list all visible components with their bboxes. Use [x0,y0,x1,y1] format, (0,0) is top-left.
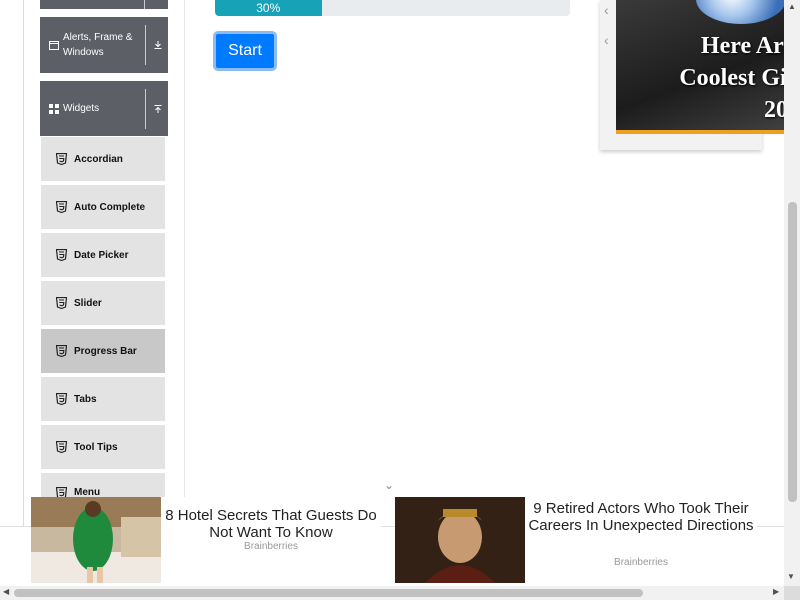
advertisement-banner[interactable]: ‹ ‹ Here Are 2 Coolest Gifts 2023 [600,0,800,150]
sidebar-item-label: Slider [74,297,102,309]
ad-headline: Here Are 2 Coolest Gifts 2023 [679,33,800,123]
sidebar-item-label: Accordian [74,153,123,165]
scrollbar-thumb[interactable] [14,589,643,597]
vertical-scrollbar[interactable]: ▲ ▼ [784,0,800,586]
sidebar-item-slider[interactable]: Slider [41,281,165,327]
collapse-chevron-icon[interactable]: ⌄ [384,478,394,492]
scrollbar-thumb[interactable] [788,202,797,502]
sidebar-group-alerts[interactable]: Alerts, Frame & Windows [40,17,168,73]
sidebar-item-label: Date Picker [74,249,129,261]
ad-image: Here Are 2 Coolest Gifts 2023 [616,0,800,134]
chevron-left-icon[interactable]: ‹ [604,32,609,48]
ad-accent-band [616,130,800,134]
scroll-down-icon[interactable]: ▼ [787,572,795,581]
ad-product-shape [696,0,786,24]
ad-source: Brainberries [614,557,668,568]
html5-icon [55,249,67,261]
progress-value-label: 30% [256,1,281,15]
sidebar-group-label: Alerts, Frame & Windows [63,32,133,58]
html5-icon [55,201,67,213]
html5-icon [55,153,67,165]
sidebar-item-tabs[interactable]: Tabs [41,377,165,423]
sidebar-right-border [184,0,185,526]
page: Alerts, Frame & Windows Widgets Accordia… [0,0,800,600]
sidebar-item-accordian[interactable]: Accordian [41,137,165,183]
horizontal-scrollbar[interactable]: ◀ ▶ [0,586,784,600]
progress-bar: 30% [215,0,570,16]
sidebar-item-label: Tool Tips [74,441,118,453]
scroll-right-icon[interactable]: ▶ [773,587,779,596]
html5-icon [55,297,67,309]
sidebar-group-previous[interactable] [40,0,168,9]
bottom-ad-tile[interactable]: 9 Retired Actors Who Took Their Careers … [395,497,757,583]
bottom-ad-tile[interactable]: 8 Hotel Secrets That Guests Do Not Want … [31,497,381,583]
html5-icon [55,345,67,357]
sidebar-group-label: Widgets [63,103,100,114]
ad-source: Brainberries [244,541,298,552]
sidebar-item-label: Tabs [74,393,97,405]
upload-icon[interactable] [148,104,168,114]
html5-icon [55,393,67,405]
sidebar-item-auto-complete[interactable]: Auto Complete [41,185,165,231]
ad-thumbnail [31,497,161,583]
download-icon[interactable] [148,40,168,50]
sidebar-item-progress-bar[interactable]: Progress Bar [41,329,165,375]
sidebar-item-date-picker[interactable]: Date Picker [41,233,165,279]
sidebar-group-widgets[interactable]: Widgets [40,81,168,136]
window-icon [47,40,61,50]
divider [145,88,146,129]
divider [145,25,146,65]
start-button[interactable]: Start [213,31,277,71]
ad-title: 9 Retired Actors Who Took Their Careers … [528,500,754,534]
sidebar-item-label: Progress Bar [74,345,137,357]
scroll-up-icon[interactable]: ▲ [788,2,796,11]
sidebar-item-tool-tips[interactable]: Tool Tips [41,425,165,471]
content-left-border [23,0,24,526]
ad-thumbnail [395,497,525,583]
widgets-icon [47,103,61,114]
scrollbar-corner [784,586,800,600]
sidebar-item-label: Auto Complete [74,201,146,213]
ad-title: 8 Hotel Secrets That Guests Do Not Want … [165,507,377,541]
progress-bar-fill: 30% [215,0,322,16]
scroll-left-icon[interactable]: ◀ [3,587,9,596]
html5-icon [55,441,67,453]
chevron-left-icon[interactable]: ‹ [604,2,609,18]
